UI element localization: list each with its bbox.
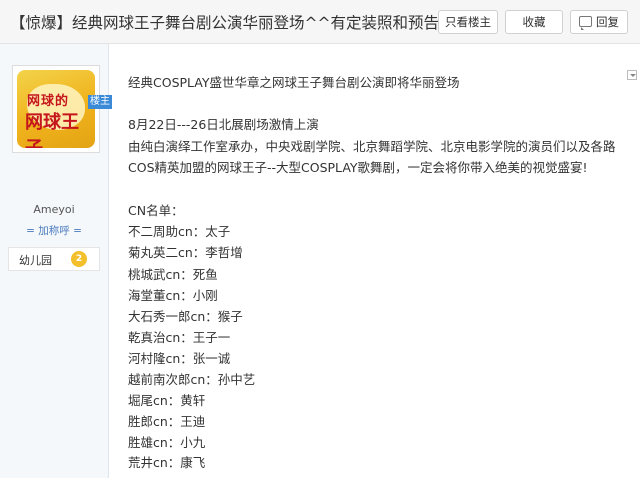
favorite-button[interactable]: 收藏 <box>505 10 563 34</box>
avatar-image: 网球的 网球王子 <box>17 70 95 148</box>
op-ribbon: 楼主 <box>88 95 112 109</box>
cast-item: 桃城武cn：死鱼 <box>128 267 218 282</box>
cast-item: 胜雄cn：小九 <box>128 435 206 450</box>
level-name: 幼儿园 <box>19 254 52 267</box>
author-sidebar: 网球的 网球王子 楼主 Ameyoi = 加称呼 = 幼儿园 2 <box>0 44 112 478</box>
reply-button[interactable]: 回复 <box>570 10 628 34</box>
add-title-link[interactable]: = 加称呼 = <box>0 223 108 238</box>
thread-header: 【惊爆】经典网球王子舞台剧公演华丽登场^^有定装照和预告片... 只看楼主 收藏… <box>0 0 640 44</box>
reply-icon <box>579 16 592 30</box>
post-body-line: COS精英加盟的网球王子--大型COSPLAY歌舞剧，一定会将你带入绝美的视觉盛… <box>128 160 588 175</box>
cast-item: 菊丸英二cn：李哲增 <box>128 245 243 260</box>
username[interactable]: Ameyoi <box>0 203 108 216</box>
post-body-line: 由纯白演绎工作室承办，中央戏剧学院、北京舞蹈学院、北京电影学院的演员们以及各路 <box>128 139 616 154</box>
cast-item: 荒井cn：康飞 <box>128 455 206 470</box>
cast-item: 胜郎cn：王迪 <box>128 414 206 429</box>
reply-label: 回复 <box>596 15 619 29</box>
cast-item: 乾真治cn：王子一 <box>128 330 231 345</box>
cast-item: 海堂董cn：小刚 <box>128 288 218 303</box>
level-badge-icon: 2 <box>71 251 87 267</box>
avatar-text-main: 网球王子 <box>25 112 79 148</box>
only-op-button[interactable]: 只看楼主 <box>438 10 498 34</box>
avatar-text-top: 网球的 <box>27 94 70 109</box>
avatar[interactable]: 网球的 网球王子 <box>12 65 100 153</box>
thread-title: 【惊爆】经典网球王子舞台剧公演华丽登场^^有定装照和预告片... <box>10 14 470 32</box>
cast-item: 不二周助cn：太子 <box>128 224 231 239</box>
cast-item: 大石秀一郎cn：猴子 <box>128 309 243 324</box>
post-date-line: 8月22日---26日北展剧场激情上演 <box>128 117 319 132</box>
cast-item: 堀尾cn：黄轩 <box>128 393 206 408</box>
user-level: 幼儿园 2 <box>8 247 100 271</box>
cast-item: 河村隆cn：张一诚 <box>128 351 231 366</box>
post-headline: 经典COSPLAY盛世华章之网球王子舞台剧公演即将华丽登场 <box>128 75 460 90</box>
cn-list-title: CN名单： <box>128 203 184 218</box>
collapse-arrow-icon[interactable] <box>627 70 637 80</box>
cast-item: 越前南次郎cn：孙中艺 <box>128 372 256 387</box>
